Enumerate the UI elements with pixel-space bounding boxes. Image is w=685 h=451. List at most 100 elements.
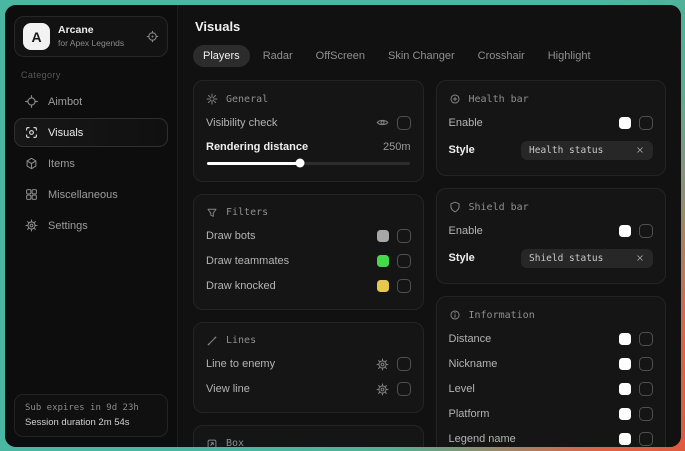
- health-enable-checkbox[interactable]: [639, 116, 653, 130]
- legend-name-row: Legend name: [449, 426, 654, 447]
- app-header: A Arcane for Apex Legends: [14, 16, 168, 57]
- app-title-block: Arcane for Apex Legends: [58, 24, 124, 49]
- color-swatch[interactable]: [377, 230, 389, 242]
- info-icon: [449, 309, 461, 321]
- line-to-enemy-row: Line to enemy: [206, 352, 411, 377]
- box-icon: [206, 438, 218, 448]
- distance-row: Distance: [449, 326, 654, 351]
- crosshair-icon: [25, 95, 38, 108]
- color-swatch[interactable]: [619, 383, 631, 395]
- draw-knocked-row: Draw knocked: [206, 274, 411, 299]
- color-swatch[interactable]: [619, 117, 631, 129]
- session-duration: Session duration 2m 54s: [25, 417, 157, 428]
- panel-filters: Filters Draw bots Draw teammates: [193, 194, 424, 310]
- color-swatch[interactable]: [619, 358, 631, 370]
- health-icon: [449, 93, 461, 105]
- distance-checkbox[interactable]: [639, 332, 653, 346]
- sidebar-item-miscellaneous[interactable]: Miscellaneous: [14, 180, 168, 209]
- shield-enable-checkbox[interactable]: [639, 224, 653, 238]
- sidebar-item-visuals[interactable]: Visuals: [14, 118, 168, 147]
- shield-style-select[interactable]: Shield status: [521, 249, 653, 268]
- color-swatch[interactable]: [619, 333, 631, 345]
- draw-teammates-row: Draw teammates: [206, 249, 411, 274]
- funnel-icon: [206, 207, 218, 219]
- level-row: Level: [449, 376, 654, 401]
- line-icon: [206, 335, 218, 347]
- color-swatch[interactable]: [619, 433, 631, 445]
- app-name: Arcane: [58, 24, 124, 38]
- draw-bots-row: Draw bots: [206, 224, 411, 249]
- slider-thumb[interactable]: [296, 159, 305, 168]
- tab-highlight[interactable]: Highlight: [538, 45, 601, 67]
- subscription-status: Sub expires in 9d 23h: [25, 403, 157, 413]
- cube-icon: [25, 157, 38, 170]
- visibility-check-checkbox[interactable]: [397, 116, 411, 130]
- left-column: General Visibility check Rendering dista…: [193, 80, 424, 447]
- sidebar-item-label: Settings: [48, 220, 88, 232]
- panel-shield-bar: Shield bar Enable Style Shield status: [436, 188, 667, 284]
- visibility-check-row: Visibility check: [206, 110, 411, 135]
- close-icon[interactable]: [635, 253, 645, 263]
- shield-style-row: Style Shield status: [449, 243, 654, 273]
- sidebar-item-label: Items: [48, 158, 75, 170]
- panel-box: Box Enable Enable background: [193, 425, 424, 448]
- panel-information: Information Distance Nickname: [436, 296, 667, 447]
- color-swatch[interactable]: [377, 280, 389, 292]
- rendering-distance-row: Rendering distance 250m: [206, 135, 411, 155]
- shield-enable-row: Enable: [449, 218, 654, 243]
- sidebar-item-aimbot[interactable]: Aimbot: [14, 87, 168, 116]
- panel-general: General Visibility check Rendering dista…: [193, 80, 424, 182]
- view-line-checkbox[interactable]: [397, 382, 411, 396]
- grid-icon: [25, 188, 38, 201]
- color-swatch[interactable]: [619, 408, 631, 420]
- sidebar-item-settings[interactable]: Settings: [14, 211, 168, 240]
- sidebar: A Arcane for Apex Legends Category Aimbo…: [5, 5, 178, 447]
- session-info-box: Sub expires in 9d 23h Session duration 2…: [14, 394, 168, 437]
- tab-players[interactable]: Players: [193, 45, 250, 67]
- draw-bots-checkbox[interactable]: [397, 229, 411, 243]
- tab-crosshair[interactable]: Crosshair: [468, 45, 535, 67]
- main-content: Visuals Players Radar OffScreen Skin Cha…: [178, 5, 681, 447]
- panel-title: Filters: [226, 207, 268, 218]
- sidebar-item-label: Miscellaneous: [48, 189, 118, 201]
- platform-checkbox[interactable]: [639, 407, 653, 421]
- rendering-distance-slider[interactable]: [207, 162, 410, 165]
- tab-radar[interactable]: Radar: [253, 45, 303, 67]
- eye-icon[interactable]: [376, 116, 389, 129]
- panel-title: Shield bar: [469, 202, 529, 213]
- right-column: Health bar Enable Style Health status: [436, 80, 667, 447]
- panel-title: General: [226, 94, 268, 105]
- color-swatch[interactable]: [619, 225, 631, 237]
- color-swatch[interactable]: [377, 255, 389, 267]
- panel-health-bar: Health bar Enable Style Health status: [436, 80, 667, 176]
- panel-lines: Lines Line to enemy View line: [193, 322, 424, 413]
- scan-icon: [25, 126, 38, 139]
- gear-icon[interactable]: [376, 383, 389, 396]
- draw-knocked-checkbox[interactable]: [397, 279, 411, 293]
- close-icon[interactable]: [635, 145, 645, 155]
- platform-row: Platform: [449, 401, 654, 426]
- legend-name-checkbox[interactable]: [639, 432, 653, 446]
- tab-skin-changer[interactable]: Skin Changer: [378, 45, 465, 67]
- sidebar-item-items[interactable]: Items: [14, 149, 168, 178]
- gear-icon[interactable]: [376, 358, 389, 371]
- health-style-row: Style Health status: [449, 135, 654, 165]
- view-line-row: View line: [206, 377, 411, 402]
- gear-icon: [25, 219, 38, 232]
- panel-title: Lines: [226, 335, 256, 346]
- category-label: Category: [21, 70, 161, 80]
- target-icon[interactable]: [146, 30, 159, 43]
- nickname-checkbox[interactable]: [639, 357, 653, 371]
- draw-teammates-checkbox[interactable]: [397, 254, 411, 268]
- tab-bar: Players Radar OffScreen Skin Changer Cro…: [193, 45, 666, 67]
- app-window: A Arcane for Apex Legends Category Aimbo…: [5, 5, 681, 447]
- app-subtitle: for Apex Legends: [58, 38, 124, 49]
- sidebar-item-label: Aimbot: [48, 96, 82, 108]
- level-checkbox[interactable]: [639, 382, 653, 396]
- tab-offscreen[interactable]: OffScreen: [306, 45, 375, 67]
- app-logo: A: [23, 23, 50, 50]
- line-to-enemy-checkbox[interactable]: [397, 357, 411, 371]
- health-style-select[interactable]: Health status: [521, 141, 653, 160]
- page-title: Visuals: [195, 19, 664, 34]
- sun-icon: [206, 93, 218, 105]
